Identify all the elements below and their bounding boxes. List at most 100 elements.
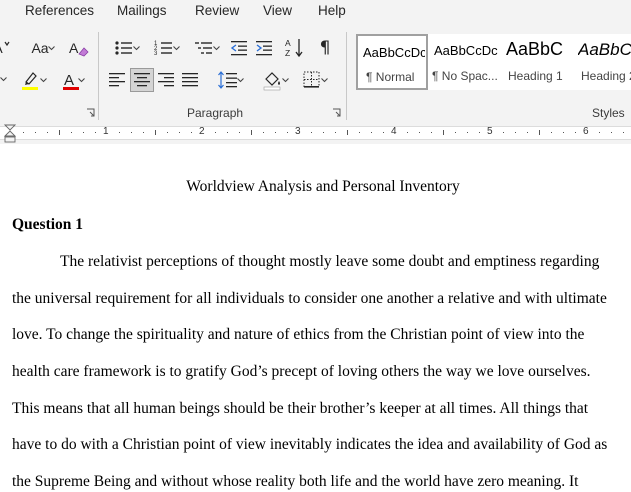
ruler-half-tick: [443, 130, 444, 135]
ruler-dot: [383, 132, 384, 133]
ruler-dot: [431, 132, 432, 133]
style-name: ¶ No Spac...: [432, 69, 498, 83]
body-text-line: love. To change the spirituality and nat…: [12, 326, 585, 343]
ruler-number: 1: [103, 126, 109, 137]
increase-indent-button[interactable]: [253, 37, 275, 59]
ruler-dot: [455, 132, 456, 133]
shrink-font-icon: A: [0, 41, 10, 56]
ruler-dot: [47, 132, 48, 133]
ruler-dot: [191, 132, 192, 133]
line-spacing-icon: [218, 71, 237, 89]
ruler-dot: [611, 132, 612, 133]
chevron-down-icon: [0, 77, 7, 82]
ruler-dot: [215, 132, 216, 133]
ruler-dot: [563, 132, 564, 133]
chevron-down-icon: [133, 46, 140, 51]
change-case-label: Aa: [31, 40, 49, 56]
bullets-button[interactable]: [106, 37, 142, 59]
borders-button[interactable]: [294, 69, 330, 91]
show-formatting-marks-button[interactable]: ¶: [314, 37, 336, 59]
sort-icon: A Z: [285, 38, 303, 58]
paragraph-dialog-launcher-icon[interactable]: [332, 108, 341, 117]
clear-formatting-button[interactable]: A: [68, 37, 90, 59]
bullet-list-icon: [115, 41, 132, 55]
font-color-swatch: [63, 87, 79, 90]
shading-button[interactable]: [255, 68, 291, 92]
ruler-dot: [467, 132, 468, 133]
pilcrow-icon: ¶: [319, 38, 331, 58]
ruler-dot: [239, 132, 240, 133]
ruler-dot: [407, 132, 408, 133]
style-preview: AaBbC: [506, 39, 564, 59]
tab-references[interactable]: References: [25, 3, 94, 18]
svg-text:A: A: [69, 40, 79, 56]
ruler-dot: [95, 132, 96, 133]
ruler-number: 3: [295, 126, 301, 137]
ruler-half-tick: [539, 130, 540, 135]
ruler-half-tick: [155, 130, 156, 135]
ruler-half-tick: [59, 130, 60, 135]
sort-button[interactable]: A Z: [284, 36, 306, 60]
tab-mailings[interactable]: Mailings: [117, 3, 167, 18]
align-right-button[interactable]: [155, 69, 177, 91]
ruler-dot: [119, 132, 120, 133]
style-name: Heading 1: [508, 69, 563, 83]
shrink-font-button[interactable]: A: [0, 38, 16, 58]
numbering-button[interactable]: 1 2 3: [146, 37, 182, 59]
chevron-down-icon: [173, 46, 180, 51]
align-right-icon: [158, 73, 174, 87]
ruler-dot: [335, 132, 336, 133]
ruler-dot: [515, 132, 516, 133]
style-name: ¶ Normal: [366, 70, 415, 84]
horizontal-ruler[interactable]: 1 2 3 4 5 6: [0, 124, 631, 143]
body-text-line: The relativist perceptions of thought mo…: [60, 253, 600, 270]
chevron-down-icon: [48, 46, 55, 51]
multilevel-list-button[interactable]: [186, 37, 222, 59]
style-name: Heading 2: [581, 69, 631, 83]
body-text-line: health care framework is to gratify God’…: [12, 363, 591, 380]
svg-text:A: A: [285, 38, 291, 48]
chevron-down-icon: [78, 78, 85, 83]
document-title: Worldview Analysis and Personal Inventor…: [186, 178, 460, 195]
ruler-dot: [551, 132, 552, 133]
style-heading-2[interactable]: AaBbCc Heading 2: [572, 34, 631, 90]
ruler-dot: [263, 132, 264, 133]
chevron-down-icon: [237, 78, 244, 83]
body-text-line: the Supreme Being and without whose real…: [12, 473, 579, 490]
style-preview: AaBbCcDc: [434, 43, 498, 58]
style-heading-1[interactable]: AaBbC Heading 1: [500, 34, 572, 90]
group-divider: [346, 32, 347, 120]
line-spacing-button[interactable]: [210, 69, 246, 91]
ruler-dot: [227, 132, 228, 133]
ruler-dot: [527, 132, 528, 133]
document-page[interactable]: Worldview Analysis and Personal Inventor…: [0, 144, 631, 492]
ruler-dot: [311, 132, 312, 133]
ruler-dot: [371, 132, 372, 133]
change-case-button[interactable]: Aa: [24, 38, 56, 58]
style-no-spacing[interactable]: AaBbCcDc ¶ No Spac...: [428, 34, 500, 90]
chevron-down-icon: [213, 46, 220, 51]
justify-button[interactable]: [179, 69, 201, 91]
ruler-dot: [275, 132, 276, 133]
font-dialog-launcher-icon[interactable]: [86, 108, 95, 117]
ruler-dot: [179, 132, 180, 133]
style-preview: AaBbCc: [578, 40, 631, 59]
font-color-button[interactable]: A: [55, 68, 89, 92]
borders-icon: [303, 71, 320, 88]
decrease-indent-button[interactable]: [228, 37, 250, 59]
tab-help[interactable]: Help: [318, 3, 346, 18]
ruler-dot: [143, 132, 144, 133]
ruler-dot: [35, 132, 36, 133]
style-normal[interactable]: AaBbCcDc ¶ Normal: [356, 34, 428, 90]
justify-icon: [182, 73, 198, 87]
ruler-number: 6: [583, 126, 589, 137]
tab-view[interactable]: View: [263, 3, 292, 18]
indent-marker-icon[interactable]: [4, 124, 16, 144]
align-left-button[interactable]: [106, 69, 128, 91]
chevron-down-icon: [40, 78, 47, 83]
ruler-dot: [359, 132, 360, 133]
highlight-color-button[interactable]: [14, 68, 48, 92]
ruler-number: 2: [199, 126, 205, 137]
align-center-button[interactable]: [130, 68, 154, 92]
tab-review[interactable]: Review: [195, 3, 239, 18]
